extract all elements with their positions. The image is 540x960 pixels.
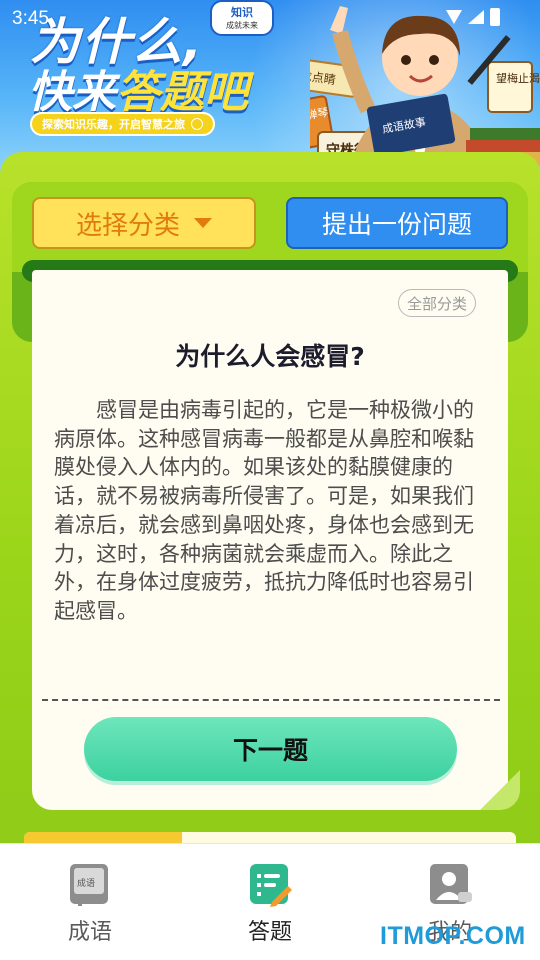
sign-plum: 望梅止渴	[487, 61, 540, 113]
submit-question-label: 提出一份问题	[321, 210, 472, 239]
quiz-icon	[250, 864, 292, 907]
battery-icon	[490, 8, 500, 26]
wifi-icon	[446, 10, 462, 24]
select-category-label: 选择分类	[75, 210, 180, 241]
banner-title-line2: 快来答题吧	[28, 56, 248, 120]
select-category-button[interactable]: 选择分类	[32, 197, 256, 249]
banner-slogan: 探索知识乐趣，开启智慧之旅	[30, 112, 215, 136]
site-watermark: ITMOP.COM	[380, 922, 526, 950]
sign-plum-text: 望梅止渴	[496, 71, 540, 85]
banner-title-white: 快来	[28, 67, 116, 118]
badge-line2: 成就未来	[226, 21, 258, 30]
cartoon-boy-illustration: 画龙点睛 对牛弹琴 守株待兔 成语故事 望梅止渴	[310, 6, 540, 175]
question-title: 为什么人会感冒?	[175, 342, 365, 371]
tab-quiz-label: 答题	[247, 920, 292, 945]
tab-quiz[interactable]: 答题	[180, 844, 360, 960]
paper-fold-corner	[480, 770, 520, 810]
knowledge-badge: 知识 成就未来	[210, 0, 274, 36]
next-question-label: 下一题	[232, 736, 308, 765]
badge-line1: 知识	[231, 6, 253, 19]
tab-idioms-label: 成语	[67, 920, 112, 945]
status-bar-time: 3:45	[12, 8, 49, 29]
tab-idioms[interactable]: 成语 成语	[0, 844, 180, 960]
idiom-book-icon: 成语	[70, 864, 108, 906]
profile-icon	[430, 864, 472, 904]
idiom-icon-text: 成语	[77, 877, 95, 889]
header-banner: 为什么, 知识 成就未来 快来答题吧 探索知识乐趣，开启智慧之旅 画龙点睛 对牛…	[0, 0, 540, 175]
question-answer-text: 感冒是由病毒引起的，它是一种极微小的病原体。这种感冒病毒一般都是从鼻腔和喉黏膜处…	[54, 398, 474, 623]
banner-title-highlight: 答题吧	[116, 67, 248, 118]
submit-question-button[interactable]: 提出一份问题	[286, 197, 508, 249]
category-tag: 全部分类	[398, 289, 477, 317]
slogan-text: 探索知识乐趣，开启智慧之旅	[42, 118, 185, 131]
slogan-arrow-icon	[191, 118, 203, 130]
caret-down-icon	[194, 218, 212, 228]
next-question-button[interactable]: 下一题	[84, 717, 457, 781]
signal-icon	[468, 10, 484, 24]
dashed-divider	[42, 699, 500, 701]
status-bar-icons	[446, 8, 500, 26]
